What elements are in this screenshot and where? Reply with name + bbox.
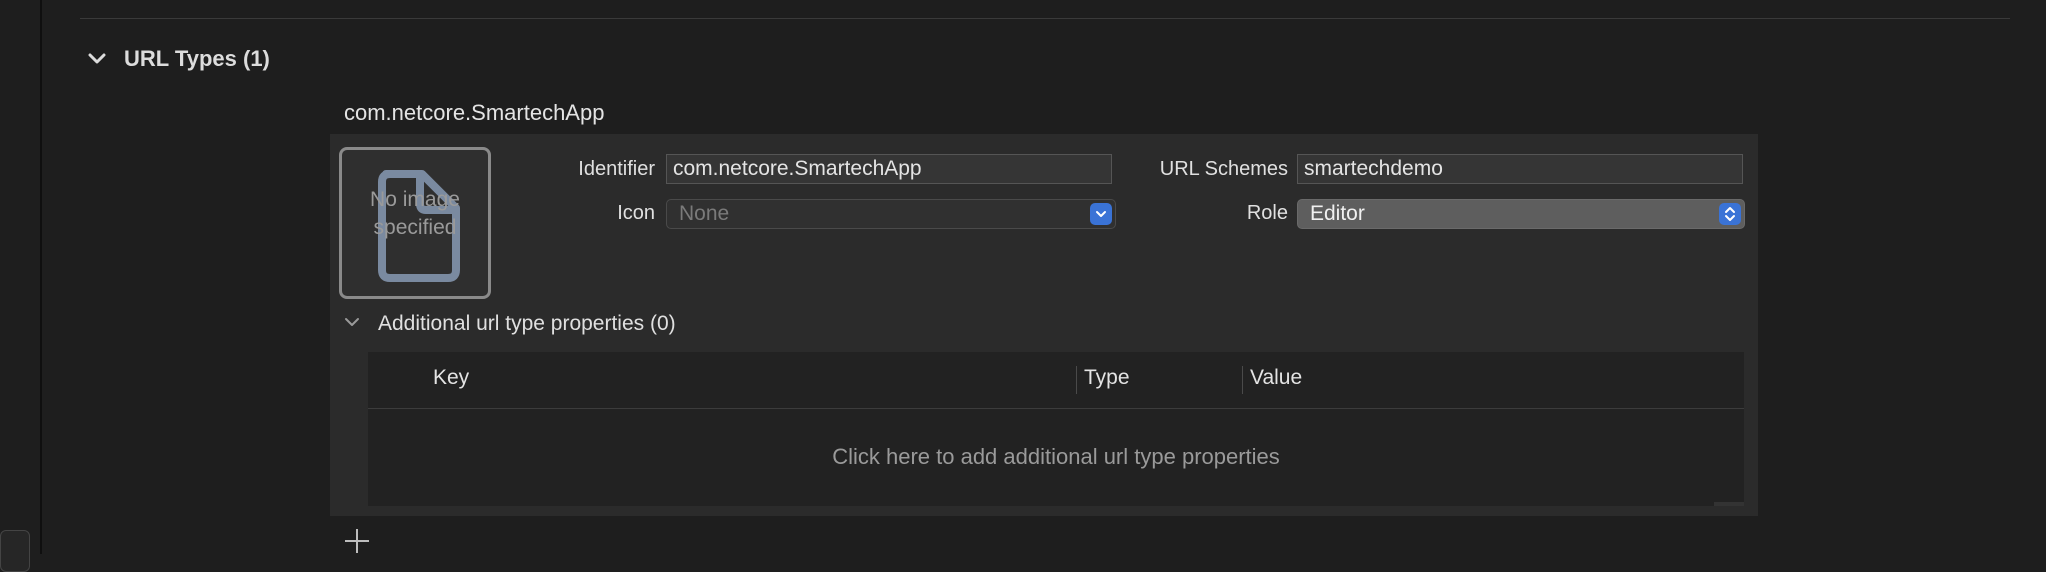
column-divider bbox=[1242, 366, 1243, 394]
icon-label: Icon bbox=[617, 202, 655, 224]
role-popup-value: Editor bbox=[1310, 202, 1365, 225]
icon-popup[interactable]: None bbox=[666, 199, 1116, 229]
column-header-key[interactable]: Key bbox=[433, 366, 469, 390]
url-schemes-label: URL Schemes bbox=[1159, 158, 1288, 180]
column-divider bbox=[1076, 366, 1077, 394]
section-separator bbox=[80, 18, 2010, 19]
url-schemes-field[interactable]: smartechdemo bbox=[1297, 154, 1743, 184]
sidebar-corner-control bbox=[0, 530, 30, 572]
role-label: Role bbox=[1246, 202, 1288, 224]
url-type-entry-title: com.netcore.SmartechApp bbox=[344, 100, 605, 125]
column-header-value[interactable]: Value bbox=[1250, 366, 1302, 390]
table-scroll-corner bbox=[1714, 502, 1744, 506]
additional-properties-table[interactable]: Key Type Value Click here to add additio… bbox=[368, 352, 1744, 506]
role-popup[interactable]: Editor bbox=[1297, 199, 1745, 229]
up-down-chevron-icon bbox=[1719, 203, 1741, 225]
table-header-separator bbox=[368, 408, 1744, 409]
identifier-label: Identifier bbox=[578, 158, 655, 180]
additional-properties-title: Additional url type properties (0) bbox=[378, 312, 676, 335]
chevron-down-icon[interactable] bbox=[344, 315, 360, 333]
icon-popup-value: None bbox=[679, 202, 730, 225]
additional-properties-header[interactable]: Additional url type properties (0) bbox=[344, 308, 676, 340]
table-empty-placeholder[interactable]: Click here to add additional url type pr… bbox=[368, 444, 1744, 470]
column-header-type[interactable]: Type bbox=[1084, 366, 1130, 390]
sidebar-border bbox=[40, 0, 42, 554]
section-title: URL Types (1) bbox=[124, 46, 270, 71]
plus-icon bbox=[345, 529, 369, 553]
identifier-field[interactable]: com.netcore.SmartechApp bbox=[666, 154, 1112, 184]
add-url-type-button[interactable] bbox=[342, 526, 372, 556]
url-types-section-header[interactable]: URL Types (1) bbox=[88, 40, 270, 78]
chevron-down-icon[interactable] bbox=[88, 52, 106, 66]
